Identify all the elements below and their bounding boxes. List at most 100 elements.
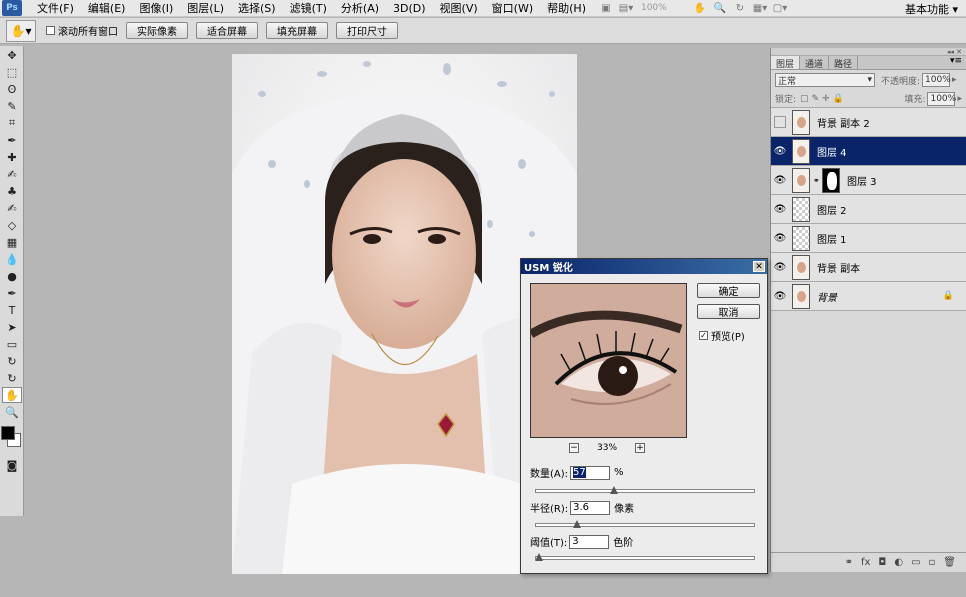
view-extras-icon[interactable]: ▤▾ — [619, 2, 633, 14]
arrange-documents-icon[interactable]: ▦▾ — [753, 2, 767, 14]
layer-thumbnail[interactable] — [792, 196, 810, 222]
visibility-eye-icon[interactable] — [774, 116, 786, 128]
layer-thumbnail[interactable] — [792, 254, 810, 280]
visibility-eye-icon[interactable]: 👁 — [771, 262, 789, 273]
zoom-select[interactable]: 100% — [641, 3, 687, 13]
visibility-eye-icon[interactable]: 👁 — [771, 291, 789, 302]
dialog-titlebar[interactable]: USM 锐化 ✕ — [521, 259, 767, 274]
opacity-field[interactable]: 100% — [922, 73, 951, 87]
menu-filter[interactable]: 滤镜(T) — [283, 0, 334, 16]
menu-layer[interactable]: 图层(L) — [180, 0, 231, 16]
3d-rotate-tool[interactable]: ↻ — [2, 353, 22, 369]
layer-row[interactable]: 👁 图层 1 — [771, 224, 966, 253]
menu-view[interactable]: 视图(V) — [433, 0, 485, 16]
radius-slider-thumb[interactable] — [573, 520, 582, 528]
marquee-tool[interactable]: ⬚ — [2, 64, 22, 80]
checkbox-box[interactable] — [46, 26, 55, 35]
layer-thumbnail[interactable] — [792, 109, 810, 135]
zoom-icon[interactable]: 🔍 — [713, 2, 727, 14]
screen-mode-icon[interactable]: ▢▾ — [773, 2, 787, 14]
quick-mask-icon[interactable]: ◙ — [2, 457, 22, 473]
menu-analysis[interactable]: 分析(A) — [334, 0, 386, 16]
lasso-tool[interactable]: ʘ — [2, 81, 22, 97]
pen-tool[interactable]: ✒ — [2, 285, 22, 301]
zoom-out-button[interactable]: − — [569, 443, 579, 453]
eyedropper-tool[interactable]: ✒ — [2, 132, 22, 148]
type-tool[interactable]: T — [2, 302, 22, 318]
radius-slider[interactable] — [535, 520, 755, 528]
opacity-stepper-icon[interactable]: ▸ — [952, 75, 957, 85]
zoom-in-button[interactable]: + — [635, 443, 646, 453]
new-group-icon[interactable]: ▭ — [911, 557, 920, 568]
actual-pixels-button[interactable]: 实际像素 — [126, 22, 188, 39]
menu-3d[interactable]: 3D(D) — [386, 2, 433, 15]
amount-input[interactable]: 57 — [570, 465, 611, 480]
adjustment-layer-icon[interactable]: ◐ — [894, 557, 903, 568]
link-layers-icon[interactable]: ⚭ — [845, 557, 853, 568]
lock-pixels-icon[interactable]: ✎ — [812, 94, 820, 104]
fit-screen-button[interactable]: 适合屏幕 — [196, 22, 258, 39]
layer-row[interactable]: 👁 背景 副本 — [771, 253, 966, 282]
layer-mask-thumbnail[interactable] — [822, 167, 840, 193]
history-brush-tool[interactable]: ✍ — [2, 200, 22, 216]
visibility-eye-icon[interactable]: 👁 — [771, 233, 789, 244]
layer-row[interactable]: 背景 副本 2 — [771, 108, 966, 137]
amount-slider-thumb[interactable] — [609, 486, 618, 494]
3d-orbit-tool[interactable]: ↻ — [2, 370, 22, 386]
lock-position-icon[interactable]: ✛ — [822, 94, 830, 104]
tab-layers[interactable]: 图层 — [771, 56, 801, 70]
layer-thumbnail[interactable] — [792, 225, 810, 251]
panel-collapse-icon[interactable]: ◂◂ ✕ — [771, 48, 966, 56]
hand-icon[interactable]: ✋ — [693, 2, 707, 14]
mask-link-icon[interactable]: ⚭ — [813, 176, 820, 185]
visibility-eye-icon[interactable]: 👁 — [771, 146, 789, 157]
healing-tool[interactable]: ✚ — [2, 149, 22, 165]
fill-stepper-icon[interactable]: ▸ — [957, 94, 962, 104]
layer-row[interactable]: 👁 图层 4 — [771, 137, 966, 166]
fill-screen-button[interactable]: 填充屏幕 — [266, 22, 328, 39]
panel-menu-icon[interactable]: ▾≡ — [946, 56, 966, 69]
layer-row[interactable]: 👁 图层 2 — [771, 195, 966, 224]
move-tool[interactable]: ✥ — [2, 47, 22, 63]
zoom-tool[interactable]: 🔍 — [2, 404, 22, 420]
new-layer-icon[interactable]: ▫ — [929, 557, 936, 568]
blur-tool[interactable]: 💧 — [2, 251, 22, 267]
visibility-eye-icon[interactable]: 👁 — [771, 175, 789, 186]
checkmark-icon[interactable]: ✓ — [699, 331, 708, 340]
ok-button[interactable]: 确定 — [697, 283, 760, 298]
threshold-slider-thumb[interactable] — [534, 553, 543, 561]
hand-tool[interactable]: ✋ — [2, 387, 22, 403]
filter-preview[interactable] — [530, 283, 687, 438]
menu-select[interactable]: 选择(S) — [231, 0, 283, 16]
lock-transparent-icon[interactable]: ▢ — [800, 94, 809, 104]
tab-channels[interactable]: 通道 — [800, 56, 830, 70]
print-size-button[interactable]: 打印尺寸 — [336, 22, 398, 39]
bridge-icon[interactable]: ▣ — [599, 2, 613, 14]
blend-mode-select[interactable]: 正常 ▾ — [775, 73, 875, 87]
dodge-tool[interactable]: ● — [2, 268, 22, 284]
foreground-color-swatch[interactable] — [1, 426, 15, 440]
layer-thumbnail[interactable] — [792, 283, 810, 309]
tab-paths[interactable]: 路径 — [829, 56, 859, 70]
lock-all-icon[interactable]: 🔒 — [833, 94, 844, 104]
add-mask-icon[interactable]: ◘ — [878, 557, 886, 568]
close-icon[interactable]: ✕ — [753, 261, 765, 272]
delete-layer-icon[interactable]: 🗑 — [943, 557, 956, 568]
eraser-tool[interactable]: ◇ — [2, 217, 22, 233]
workspace-switcher[interactable]: 基本功能 ▾ — [905, 1, 958, 17]
rotate-view-icon[interactable]: ↻ — [733, 2, 747, 14]
shape-tool[interactable]: ▭ — [2, 336, 22, 352]
amount-slider[interactable] — [535, 486, 755, 494]
visibility-eye-icon[interactable]: 👁 — [771, 204, 789, 215]
layer-style-icon[interactable]: fx — [861, 557, 870, 568]
gradient-tool[interactable]: ▦ — [2, 234, 22, 250]
path-select-tool[interactable]: ➤ — [2, 319, 22, 335]
radius-input[interactable]: 3.6 — [570, 500, 611, 515]
menu-window[interactable]: 窗口(W) — [485, 0, 540, 16]
quick-select-tool[interactable]: ✎ — [2, 98, 22, 114]
scroll-all-windows-checkbox[interactable]: 滚动所有窗口 — [46, 23, 118, 38]
menu-file[interactable]: 文件(F) — [30, 0, 81, 16]
menu-image[interactable]: 图像(I) — [132, 0, 180, 16]
cancel-button[interactable]: 取消 — [697, 304, 760, 319]
layer-thumbnail[interactable] — [792, 138, 810, 164]
